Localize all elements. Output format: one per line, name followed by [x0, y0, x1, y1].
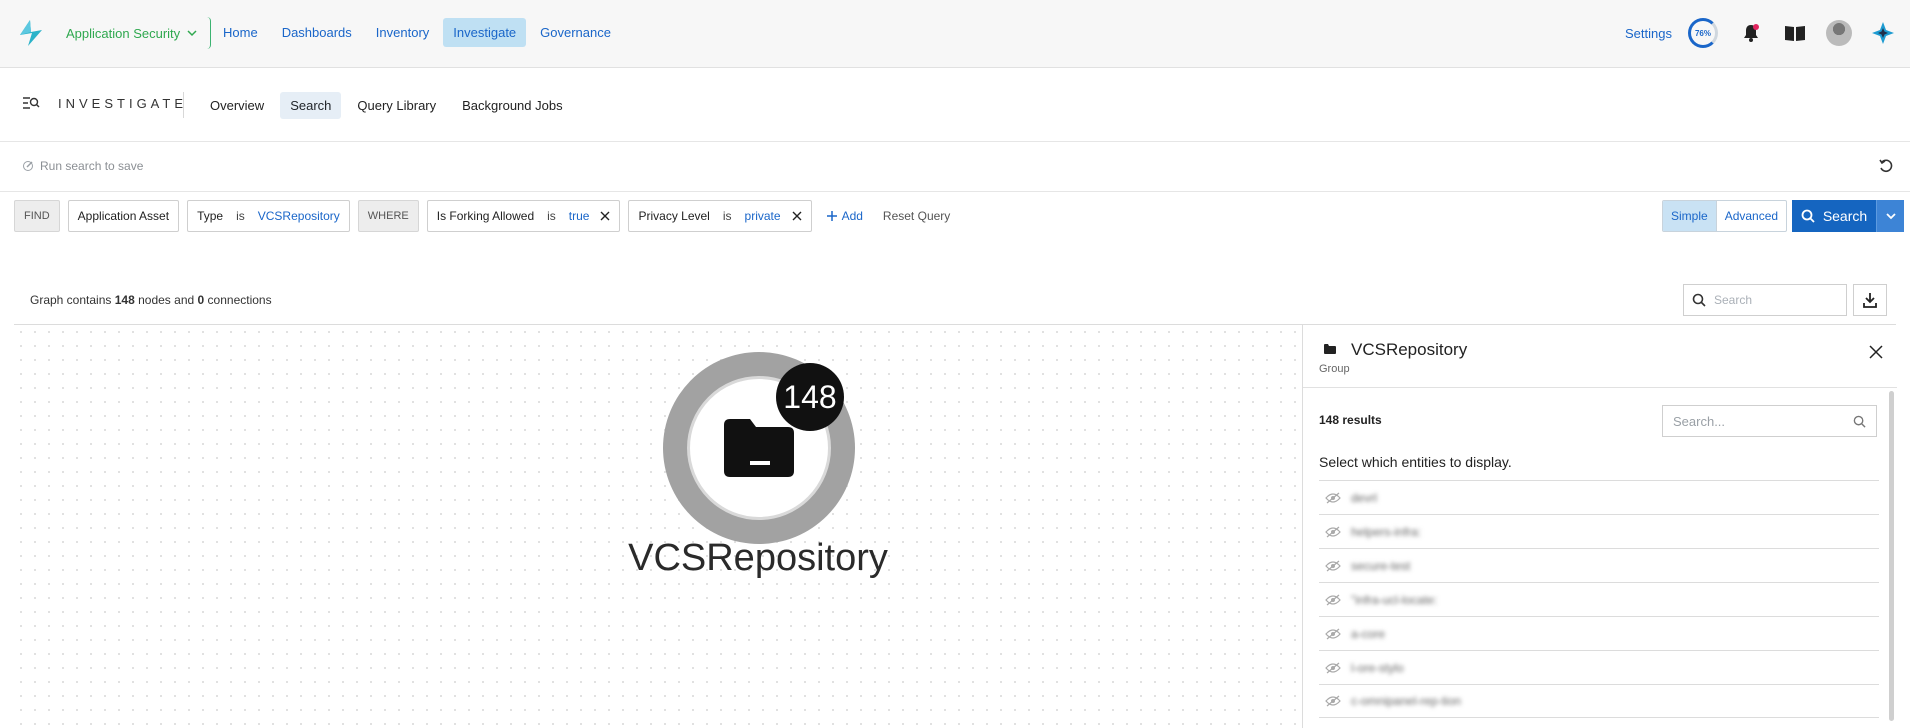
book-icon[interactable]	[1780, 18, 1810, 48]
nav-item-home[interactable]: Home	[213, 18, 268, 47]
plus-icon	[826, 211, 837, 221]
graph-canvas[interactable]: 148 VCSRepository	[14, 325, 1302, 728]
list-item[interactable]: helpers-infra:	[1319, 514, 1879, 548]
app-selector-dropdown[interactable]: Application Security	[56, 17, 212, 49]
entity-detail-panel: VCSRepository Group 148 results Search..…	[1302, 325, 1897, 728]
app-selector-label: Application Security	[66, 25, 181, 41]
find-keyword: FIND	[14, 200, 60, 232]
folder-icon	[724, 419, 794, 477]
eye-off-icon[interactable]	[1325, 492, 1341, 504]
eye-off-icon[interactable]	[1325, 662, 1341, 674]
main-nav: Home Dashboards Inventory Investigate Go…	[213, 18, 621, 47]
search-icon	[1692, 293, 1706, 307]
close-icon[interactable]	[792, 211, 802, 221]
tab-search[interactable]: Search	[280, 92, 342, 119]
download-icon[interactable]	[1853, 284, 1887, 316]
mode-advanced[interactable]: Advanced	[1717, 201, 1786, 231]
divider	[183, 92, 184, 118]
chevron-down-icon	[1885, 213, 1896, 220]
tab-overview[interactable]: Overview	[200, 92, 274, 119]
search-button-group: Search	[1792, 200, 1904, 232]
scrollbar[interactable]	[1889, 391, 1894, 721]
list-item[interactable]: devrl	[1319, 480, 1879, 514]
search-mode-toggle: Simple Advanced	[1662, 200, 1788, 232]
eye-off-icon[interactable]	[1325, 594, 1341, 606]
search-icon	[1853, 415, 1866, 428]
settings-link[interactable]: Settings	[1625, 26, 1672, 41]
tab-query-library[interactable]: Query Library	[347, 92, 446, 119]
product-logo-icon[interactable]	[18, 18, 44, 48]
nav-item-investigate[interactable]: Investigate	[443, 18, 527, 47]
list-item[interactable]: secure-test	[1319, 548, 1879, 582]
nav-item-governance[interactable]: Governance	[530, 18, 621, 47]
ai-assistant-icon[interactable]	[1868, 18, 1898, 48]
search-options-dropdown[interactable]	[1876, 200, 1904, 232]
top-navigation-bar: Application Security Home Dashboards Inv…	[0, 0, 1910, 68]
list-item[interactable]: "infra-ucl-locate:	[1319, 582, 1879, 616]
list-item[interactable]: a-core	[1319, 616, 1879, 650]
add-filter-button[interactable]: Add	[820, 209, 869, 223]
panel-search-input[interactable]: Search...	[1662, 405, 1877, 437]
close-icon[interactable]	[1869, 345, 1883, 362]
eye-off-icon[interactable]	[1325, 628, 1341, 640]
search-button[interactable]: Search	[1792, 200, 1876, 232]
graph-search-input[interactable]: Search	[1683, 284, 1847, 316]
save-row: Run search to save	[0, 142, 1910, 192]
bell-icon[interactable]	[1736, 18, 1766, 48]
panel-instruction: Select which entities to display.	[1319, 454, 1512, 470]
filter-chip-privacy[interactable]: Privacy Level is private	[628, 200, 812, 232]
mode-simple[interactable]: Simple	[1663, 201, 1717, 231]
search-icon	[1801, 209, 1815, 223]
investigate-subnav: INVESTIGATE Overview Search Query Librar…	[0, 68, 1910, 142]
where-keyword: WHERE	[357, 200, 419, 232]
list-item[interactable]: c-omnipanel-rep-tion	[1319, 684, 1879, 718]
find-entity-chip[interactable]: Application Asset	[67, 200, 180, 232]
chevron-down-icon	[187, 30, 197, 37]
filter-chip-forking[interactable]: Is Forking Allowed is true	[426, 200, 621, 232]
type-filter-chip[interactable]: Type is VCSRepository	[187, 200, 350, 232]
nav-item-inventory[interactable]: Inventory	[366, 18, 439, 47]
close-icon[interactable]	[600, 211, 610, 221]
eye-off-icon[interactable]	[1325, 560, 1341, 572]
node-label: VCSRepository	[628, 537, 888, 579]
tab-background-jobs[interactable]: Background Jobs	[452, 92, 572, 119]
edit-icon	[23, 161, 33, 171]
reset-query-button[interactable]: Reset Query	[877, 209, 956, 223]
eye-off-icon[interactable]	[1325, 526, 1341, 538]
query-builder: FIND Application Asset Type is VCSReposi…	[14, 200, 956, 232]
avatar[interactable]	[1824, 18, 1854, 48]
list-item[interactable]: l-ore-stylo	[1319, 650, 1879, 684]
folder-icon	[1323, 343, 1337, 358]
node-count-badge: 148	[776, 363, 844, 431]
eye-off-icon[interactable]	[1325, 695, 1341, 707]
progress-ring[interactable]: 76%	[1688, 18, 1718, 48]
menu-search-icon[interactable]	[22, 96, 40, 113]
undo-icon[interactable]	[1878, 158, 1894, 177]
panel-title: VCSRepository	[1351, 340, 1468, 359]
entity-list: devrl helpers-infra: secure-test "infra-…	[1319, 480, 1879, 718]
graph-summary: Graph contains 148 nodes and 0 connectio…	[30, 293, 272, 307]
results-count: 148 results	[1319, 413, 1382, 427]
run-search-to-save: Run search to save	[22, 159, 143, 173]
nav-item-dashboards[interactable]: Dashboards	[272, 18, 362, 47]
panel-subtitle: Group	[1319, 363, 1350, 375]
page-title: INVESTIGATE	[58, 96, 187, 111]
